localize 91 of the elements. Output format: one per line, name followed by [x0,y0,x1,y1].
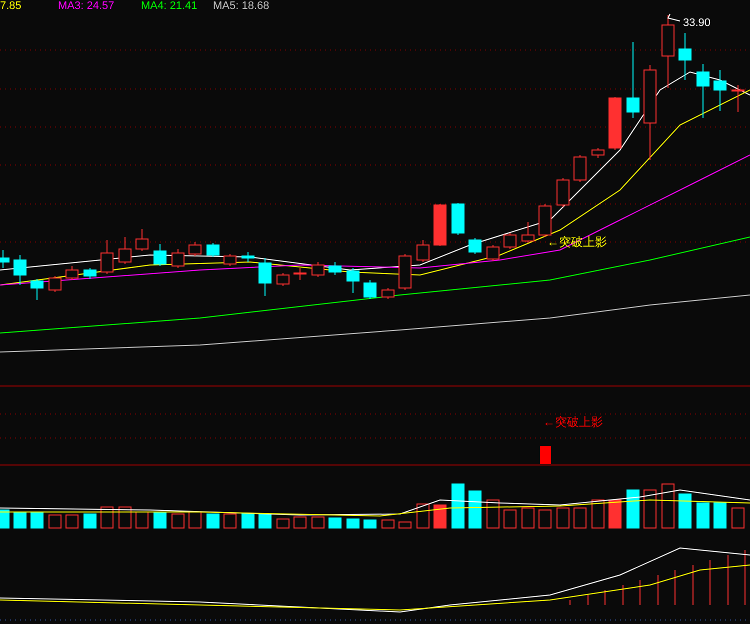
volume-bar [172,514,184,528]
candlestick [188,242,202,256]
volume-bar [136,512,148,528]
candlestick [504,232,516,250]
volume-bar [66,514,78,528]
candlestick [100,240,114,274]
candlestick [154,244,166,266]
volume-bar [504,510,516,528]
volume-bar [312,516,324,528]
candlestick [592,148,604,158]
volume-bar [276,518,290,528]
candlestick [84,268,96,280]
volume-bar [0,510,10,528]
volume-bar [294,516,306,528]
volume-bar [118,506,132,528]
volume-bar [382,520,394,528]
candlestick [434,204,446,246]
candlestick [486,244,500,262]
volume-bar [592,500,604,528]
candlestick [608,96,622,150]
candlestick [696,64,710,118]
volume-bar [662,484,674,528]
volume-bar [486,500,500,528]
volume-bar [434,504,446,528]
volume-bar [398,522,412,528]
volume-bar [574,508,586,528]
candlestick [0,250,10,268]
volume-bar [714,502,726,528]
candlestick [66,266,78,280]
high-price-label: 33.90 [683,17,711,29]
indicator-legend: MA5: 18.68 [213,0,270,12]
high-pointer-icon [667,14,680,22]
volume-bar [522,508,534,528]
volume-bar [206,514,220,528]
candlestick [312,262,324,278]
candlestick [538,204,552,238]
volume-bar [732,508,744,528]
candlestick [172,248,184,268]
volume-bar [626,490,640,528]
volume-bar [242,514,254,528]
candlestick [224,254,236,266]
volume-bar [14,512,26,528]
indicator-legend: MA4: 21.41 [141,0,198,12]
candlestick [118,236,132,264]
volume-bar [556,508,570,528]
signal-bar [540,446,551,464]
volume-bar [258,514,272,528]
volume-bar [538,510,552,528]
candlestick [242,252,254,262]
candlestick [276,272,290,286]
signal-label: ←突破上影 [543,415,603,429]
volume-bar [328,518,342,528]
candlestick [714,70,726,112]
volume-bar [696,502,710,528]
volume-bar [346,518,360,528]
volume-bar [30,512,44,528]
volume-bar [452,484,464,528]
candlestick [678,32,692,80]
candlestick [732,84,744,112]
volume-bar [468,490,482,528]
candlestick [14,254,26,286]
indicator-legend: 7.85 [0,0,22,12]
volume-bar [416,504,430,528]
candlestick [522,222,534,244]
indicator-legend: MA3: 24.57 [58,0,114,12]
volume-bar [644,490,656,528]
candlestick [30,278,44,300]
candlestick [452,202,464,236]
candlestick [258,258,272,296]
volume-bar [48,514,62,528]
candlestick [398,254,412,290]
candlestick [574,154,586,182]
candlestick [364,280,376,300]
candlestick [328,262,342,276]
candlestick [468,238,482,254]
candlestick [206,242,220,258]
volume-bar [100,506,114,528]
volume-bar [188,512,202,528]
candlestick [556,178,570,208]
volume-bar [154,512,166,528]
volume-bar [364,520,376,528]
candlestick [416,240,430,262]
candlestick [382,288,394,300]
volume-bar [678,494,692,528]
candlestick [294,268,306,280]
candlestick [48,276,62,292]
volume-bar [84,514,96,528]
candlestick [346,268,360,294]
volume-bar [224,514,236,528]
candlestick [136,228,148,252]
volume-bar [608,500,622,528]
